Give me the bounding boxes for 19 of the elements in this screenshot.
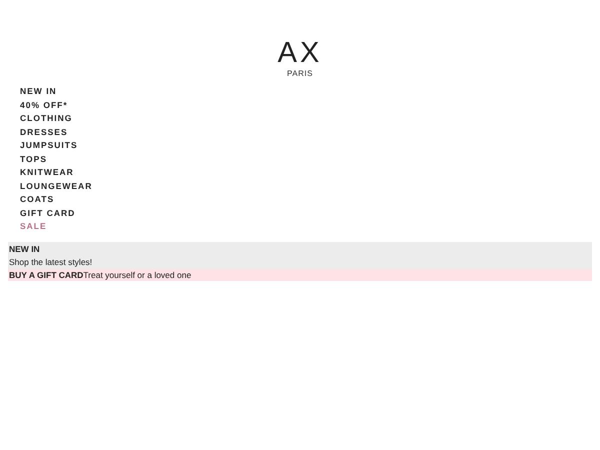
menu-link[interactable]: CLOTHING — [20, 112, 592, 126]
menu-link[interactable]: KNITWEAR — [20, 166, 592, 180]
banner-subtitle: Shop the latest styles! — [9, 256, 94, 268]
menu-link[interactable]: DRESSES — [20, 126, 592, 139]
brand-tagline: PARIS — [287, 69, 313, 78]
menu-link[interactable]: COATS — [20, 193, 592, 206]
promo-banner[interactable]: NEW IN Shop the latest styles! — [8, 242, 592, 268]
menu-link[interactable]: LOUNGEWEAR — [20, 180, 592, 193]
brand-logo[interactable]: AX — [278, 40, 322, 66]
menu-link[interactable]: NEW IN — [20, 85, 592, 98]
banner-subtitle: Treat yourself or a loved one — [83, 268, 192, 280]
banner-title: BUY A GIFT CARD — [9, 268, 84, 280]
menu-link[interactable]: SALE — [20, 220, 592, 234]
menu-link[interactable]: TOPS — [20, 152, 592, 166]
promo-banner[interactable]: BUY A GIFT CARDTreat yourself or a loved one — [8, 268, 592, 280]
menu-link[interactable]: GIFT CARD — [20, 206, 592, 220]
menu-link[interactable]: JUMPSUITS — [20, 139, 592, 152]
menu-link[interactable]: 40% OFF* — [20, 98, 592, 112]
banner-title: NEW IN — [9, 242, 41, 256]
